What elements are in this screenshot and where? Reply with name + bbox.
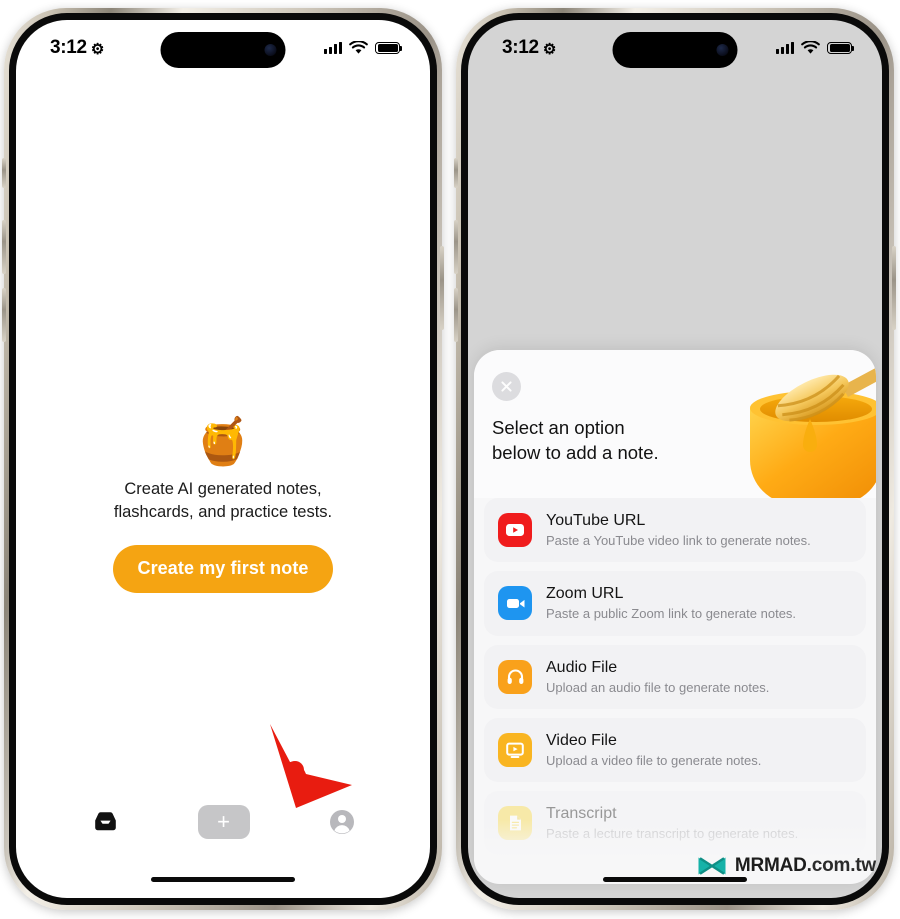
option-subtitle: Upload an audio file to generate notes. — [546, 679, 770, 695]
status-indicators — [324, 41, 403, 55]
option-text-audio: Audio File Upload an audio file to gener… — [546, 658, 769, 696]
tab-item-profile[interactable] — [329, 809, 355, 835]
close-x-icon — [501, 381, 512, 392]
power-button[interactable] — [440, 246, 444, 330]
screenshot-canvas: 3:12 ⚙ 🍯 Create AI generated notes, flas… — [0, 0, 900, 919]
left-phone-bezel: 3:12 ⚙ 🍯 Create AI generated notes, flas… — [9, 13, 437, 905]
tab-item-add[interactable]: + — [197, 805, 250, 839]
option-subtitle: Paste a lecture transcript to generate n… — [546, 826, 799, 841]
option-title: Transcript — [546, 805, 617, 822]
close-sheet-button[interactable] — [492, 372, 521, 401]
mrmad-bowtie-logo-icon — [698, 857, 726, 875]
site-watermark: MRMAD.com.tw — [697, 855, 876, 877]
empty-state-line-1: Create AI generated notes, — [124, 480, 322, 498]
video-monitor-icon — [498, 732, 532, 767]
dynamic-island-right — [612, 32, 738, 68]
volume-up-button[interactable] — [2, 220, 6, 274]
watermark-brand: MRMAD — [734, 855, 807, 876]
wifi-icon-right — [801, 41, 820, 54]
sheet-header: Select an option below to add a note. — [474, 350, 876, 498]
tab-item-inbox[interactable] — [92, 810, 119, 834]
mute-switch-button-right[interactable] — [454, 158, 458, 188]
plus-icon: + — [197, 805, 250, 839]
left-phone-screen: 3:12 ⚙ 🍯 Create AI generated notes, flas… — [16, 20, 430, 898]
sheet-title: Select an option below to add a note. — [492, 416, 659, 465]
option-row-transcript[interactable]: Transcript Paste a lecture transcript to… — [484, 791, 866, 856]
empty-state-text: Create AI generated notes, flashcards, a… — [114, 478, 332, 525]
option-subtitle: Paste a YouTube video link to generate n… — [546, 533, 811, 548]
volume-down-button[interactable] — [2, 288, 6, 342]
youtube-icon — [498, 513, 532, 548]
zoom-video-icon — [498, 586, 532, 621]
front-camera-icon-right — [716, 44, 729, 56]
empty-state-block: 🍯 Create AI generated notes, flashcards,… — [16, 418, 430, 593]
status-time-right: 3:12 — [502, 37, 539, 58]
home-indicator-right — [603, 876, 747, 882]
document-text-icon — [498, 806, 532, 841]
option-row-youtube-url[interactable]: YouTube URL Paste a YouTube video link t… — [484, 498, 866, 563]
right-phone-frame: 3:12 ⚙ Select an option below to add a n… — [454, 8, 896, 910]
option-text-zoom: Zoom URL Paste a public Zoom link to gen… — [546, 584, 796, 622]
headphones-icon — [498, 659, 532, 694]
option-list: YouTube URL Paste a YouTube video link t… — [474, 498, 876, 873]
gear-icon: ⚙ — [90, 40, 104, 58]
volume-up-button-right[interactable] — [454, 220, 458, 274]
battery-full-icon-right — [827, 41, 855, 55]
option-title: Video File — [546, 731, 617, 749]
create-first-note-button[interactable]: Create my first note — [113, 544, 333, 593]
volume-down-button-right[interactable] — [454, 288, 458, 342]
option-text-transcript: Transcript Paste a lecture transcript to… — [546, 804, 798, 842]
add-note-bottom-sheet: Select an option below to add a note. Yo… — [474, 350, 876, 884]
watermark-text: MRMAD.com.tw — [735, 855, 876, 877]
honey-pot-dipper-illustration — [750, 367, 876, 498]
right-phone-bezel: 3:12 ⚙ Select an option below to add a n… — [461, 13, 889, 905]
battery-full-icon — [375, 41, 403, 55]
option-row-audio-file[interactable]: Audio File Upload an audio file to gener… — [484, 644, 866, 709]
option-subtitle: Paste a public Zoom link to generate not… — [546, 606, 797, 622]
wifi-icon — [349, 41, 368, 54]
sheet-title-line-1: Select an option — [492, 417, 625, 438]
home-indicator — [151, 876, 295, 882]
sheet-title-line-2: below to add a note. — [492, 441, 659, 463]
power-button-right[interactable] — [892, 246, 896, 330]
option-row-zoom-url[interactable]: Zoom URL Paste a public Zoom link to gen… — [484, 571, 866, 636]
honey-pot-emoji: 🍯 — [194, 415, 252, 467]
option-row-video-file[interactable]: Video File Upload a video file to genera… — [484, 717, 866, 782]
account-circle-icon — [329, 810, 354, 834]
status-time-group: 3:12 ⚙ — [50, 37, 104, 59]
status-time-group-right: 3:12 ⚙ — [502, 37, 556, 59]
front-camera-icon — [264, 44, 277, 56]
empty-state-line-2: flashcards, and practice tests. — [113, 503, 333, 522]
status-time: 3:12 — [50, 37, 87, 58]
mute-switch-button[interactable] — [2, 158, 6, 188]
cellular-signal-icon — [324, 42, 342, 54]
option-title: Zoom URL — [546, 585, 624, 603]
option-title: YouTube URL — [546, 512, 646, 529]
cellular-signal-icon-right — [776, 42, 794, 54]
bottom-tab-bar: + — [16, 794, 430, 850]
gear-icon-right: ⚙ — [542, 40, 556, 58]
watermark-tld: .com.tw — [806, 855, 877, 876]
option-subtitle: Upload a video file to generate notes. — [546, 752, 762, 768]
inbox-tray-icon — [94, 812, 116, 831]
right-phone-screen: 3:12 ⚙ Select an option below to add a n… — [468, 20, 882, 898]
left-phone-frame: 3:12 ⚙ 🍯 Create AI generated notes, flas… — [2, 8, 444, 910]
option-title: Audio File — [546, 658, 618, 676]
dynamic-island — [160, 32, 286, 68]
status-indicators-right — [776, 41, 855, 55]
option-text-youtube: YouTube URL Paste a YouTube video link t… — [546, 511, 811, 549]
option-text-video: Video File Upload a video file to genera… — [546, 731, 761, 769]
